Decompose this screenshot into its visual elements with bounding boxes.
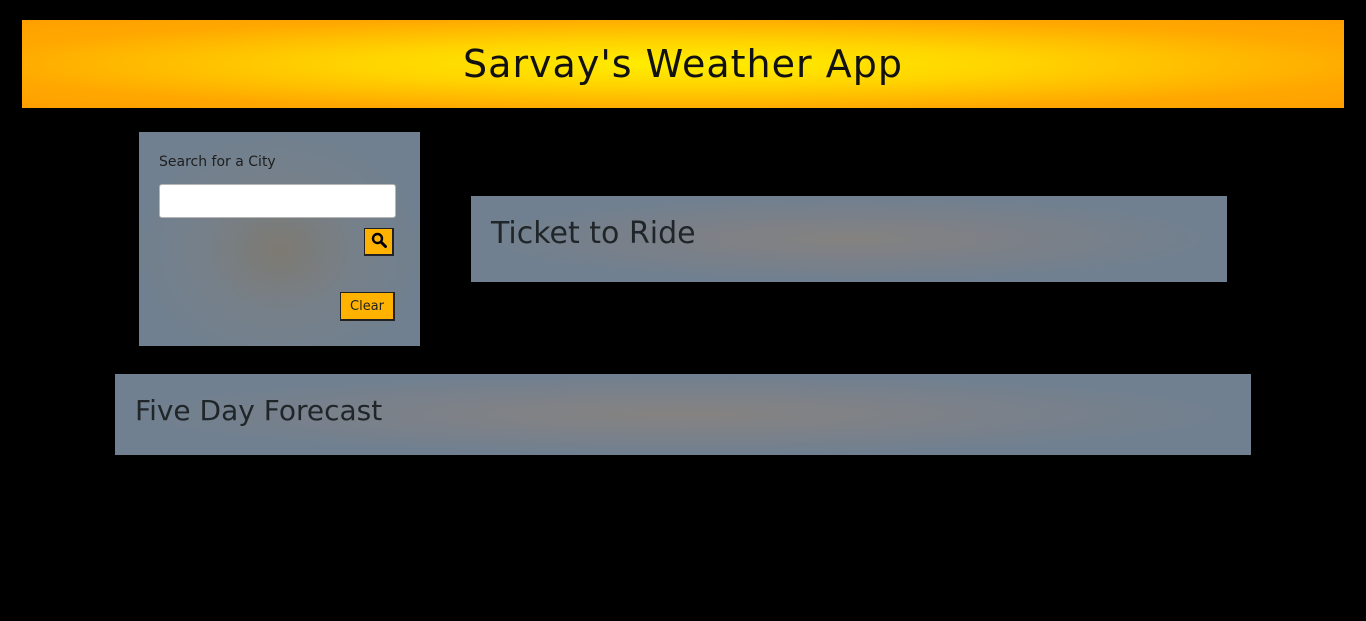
search-panel: Search for a City Clear bbox=[139, 132, 420, 346]
city-search-input[interactable] bbox=[159, 184, 396, 218]
app-title: Sarvay's Weather App bbox=[463, 42, 903, 86]
current-weather-panel: Ticket to Ride bbox=[471, 196, 1227, 282]
five-day-forecast-panel: Five Day Forecast bbox=[115, 374, 1251, 455]
search-label: Search for a City bbox=[159, 154, 276, 170]
current-weather-title: Ticket to Ride bbox=[491, 216, 696, 251]
clear-button[interactable]: Clear bbox=[340, 292, 395, 321]
search-button[interactable] bbox=[364, 228, 394, 256]
app-header: Sarvay's Weather App bbox=[22, 20, 1344, 108]
search-icon bbox=[371, 232, 387, 251]
forecast-title: Five Day Forecast bbox=[135, 394, 383, 427]
